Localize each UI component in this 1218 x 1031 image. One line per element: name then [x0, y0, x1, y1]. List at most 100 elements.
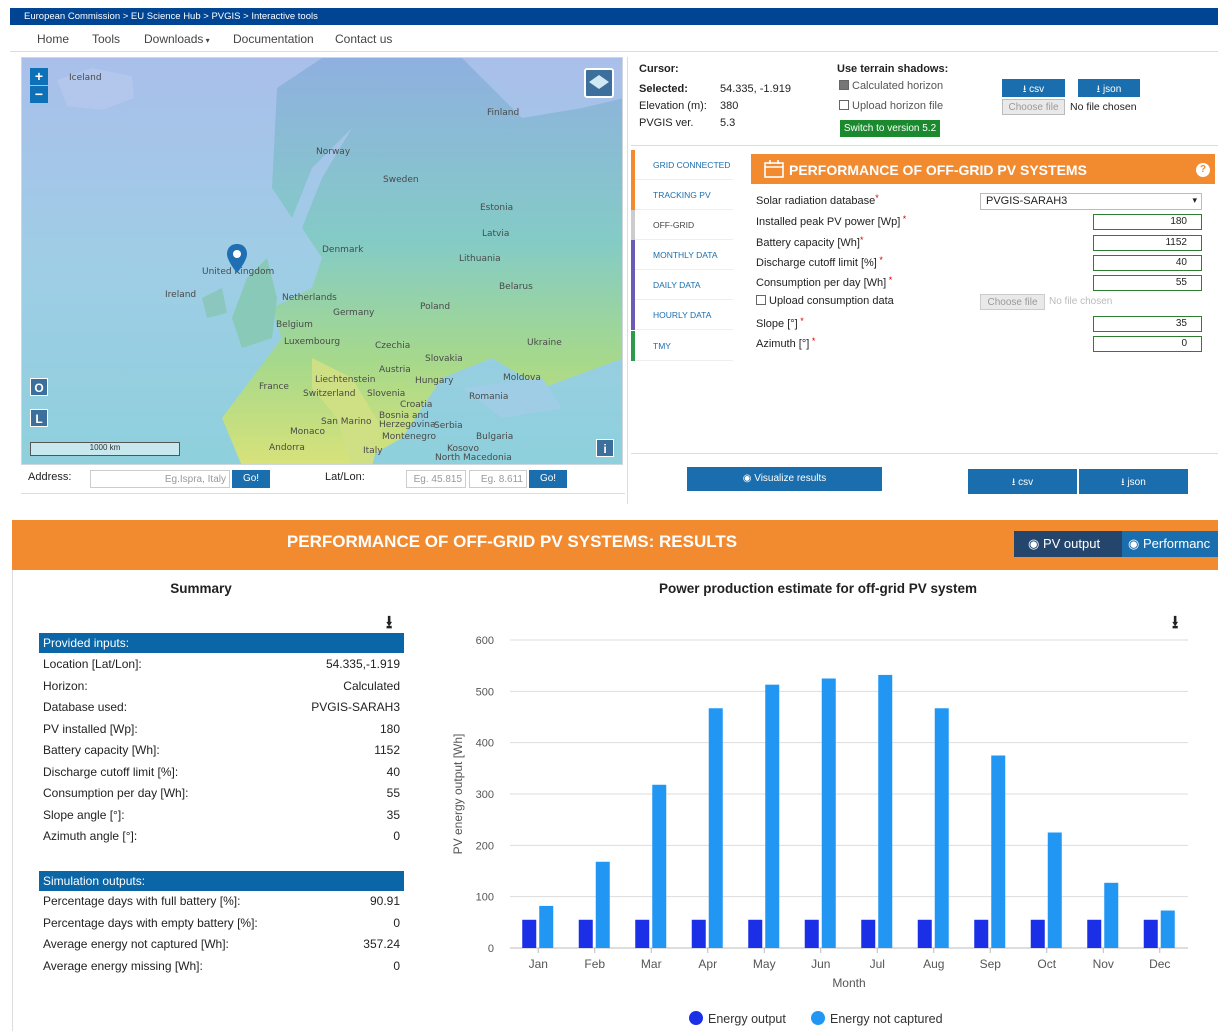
cutoff-field-label: Discharge cutoff limit [%] *	[756, 255, 883, 269]
tab-label: TRACKING PV	[653, 190, 711, 200]
upload-horizon-label: Upload horizon file	[852, 100, 944, 112]
map-label: Luxembourg	[284, 337, 341, 347]
slope-input[interactable]: 35	[1093, 316, 1202, 332]
address-go-button[interactable]: Go!	[232, 470, 270, 488]
visualize-results-button[interactable]: ◉ Visualize results	[687, 467, 882, 491]
checkbox-icon[interactable]	[756, 295, 766, 305]
bar-energy-output	[804, 919, 819, 948]
peak-power-input[interactable]: 180	[1093, 214, 1202, 230]
cursor-label: Cursor:	[639, 63, 679, 75]
divider	[631, 453, 1218, 454]
latlon-go-button[interactable]: Go!	[529, 470, 567, 488]
tab-tracking-pv[interactable]: TRACKING PV	[631, 180, 733, 210]
horizon-csv-button[interactable]: ⭳ csv	[1002, 79, 1065, 97]
map-label: Bulgaria	[476, 432, 514, 442]
battery-label: Battery capacity [Wh]	[756, 237, 860, 249]
summary-row-value: 180	[379, 721, 400, 736]
tab-tmy[interactable]: TMY	[631, 331, 733, 361]
map-label: Ireland	[165, 290, 197, 300]
horizon-json-button[interactable]: ⭳ json	[1078, 79, 1140, 97]
horizon-choose-file-button[interactable]: Choose file	[1002, 99, 1065, 115]
cutoff-limit-input[interactable]: 40	[1093, 255, 1202, 271]
form-header: PERFORMANCE OF OFF-GRID PV SYSTEMS	[751, 154, 1215, 184]
tab-daily-data[interactable]: DAILY DATA	[631, 270, 733, 300]
map-label: Norway	[316, 147, 351, 157]
db-label: Solar radiation database	[756, 195, 876, 207]
nav-documentation[interactable]: Documentation	[233, 32, 314, 46]
map-label: Ukraine	[527, 338, 562, 348]
map-view[interactable]: + − Iceland Finland Norway Sweden Estonia Lat…	[21, 57, 623, 465]
map-label: France	[259, 382, 289, 392]
legend-label: Energy output	[708, 1012, 786, 1026]
provided-inputs-header: Provided inputs:	[39, 633, 404, 653]
horizon-csv-label: csv	[1029, 84, 1045, 95]
checkbox-checked-icon[interactable]	[839, 80, 849, 90]
summary-row-label: Battery capacity [Wh]:	[43, 743, 160, 757]
y-tick-label: 500	[476, 686, 494, 698]
bar-energy-not-captured	[821, 678, 836, 948]
map-label: Monaco	[290, 427, 325, 437]
summary-row-label: Average energy missing [Wh]:	[43, 958, 203, 973]
pv-output-button[interactable]: ◉ PV output	[1014, 531, 1122, 557]
database-select-value: PVGIS-SARAH3	[986, 195, 1068, 207]
x-tick-label: Dec	[1149, 957, 1170, 971]
elevation-label: Elevation (m):	[639, 100, 707, 112]
nav-home[interactable]: Home	[37, 32, 69, 46]
results-json-button[interactable]: ⭳ json	[1079, 469, 1188, 494]
battery-capacity-input[interactable]: 1152	[1093, 235, 1202, 251]
horizon-json-label: json	[1102, 84, 1122, 95]
performance-button[interactable]: ◉ Performanc	[1122, 531, 1218, 557]
upload-horizon-option[interactable]: Upload horizon file	[839, 100, 943, 112]
address-input[interactable]: Eg.Ispra, Italy	[90, 470, 230, 488]
upload-consumption-label: Upload consumption data	[769, 295, 894, 307]
zoom-in-button[interactable]: +	[30, 68, 48, 85]
consumption-choose-file-button[interactable]: Choose file	[980, 294, 1045, 310]
map-label: Estonia	[480, 203, 514, 213]
eye-icon: ◉	[1028, 536, 1043, 551]
layers-button[interactable]	[584, 68, 614, 98]
nav-downloads[interactable]: Downloads ▾	[144, 32, 210, 46]
checkbox-icon[interactable]	[839, 100, 849, 110]
nav-contact[interactable]: Contact us	[335, 32, 392, 46]
chart-title: Power production estimate for off-grid P…	[658, 581, 978, 596]
x-axis-label: Month	[832, 976, 865, 990]
summary-row: Location [Lat/Lon]: 54.335,-1.919	[43, 657, 400, 671]
y-tick-label: 200	[476, 840, 494, 852]
peak-label: Installed peak PV power [Wp]	[756, 216, 901, 228]
summary-row-value: 0	[393, 829, 400, 843]
summary-row: Battery capacity [Wh]: 1152	[43, 743, 400, 757]
azimuth-input[interactable]: 0	[1093, 336, 1202, 352]
bar-energy-output	[917, 919, 932, 948]
tab-color-strip	[631, 150, 635, 180]
consumption-no-file: No file chosen	[1049, 296, 1113, 307]
map-label: Switzerland	[303, 389, 356, 399]
lon-input[interactable]: Eg. 8.611	[469, 470, 527, 488]
map-label: Slovakia	[425, 354, 463, 364]
switch-version-button[interactable]: Switch to version 5.2	[840, 120, 940, 137]
map-label: Serbia	[434, 421, 463, 431]
tab-hourly-data[interactable]: HOURLY DATA	[631, 300, 733, 330]
nav-tools[interactable]: Tools	[92, 32, 120, 46]
map-button-o[interactable]: O	[30, 378, 48, 396]
x-tick-label: Sep	[980, 957, 1002, 971]
zoom-out-button[interactable]: −	[30, 86, 48, 103]
tab-monthly-data[interactable]: MONTHLY DATA	[631, 240, 733, 270]
database-select[interactable]: PVGIS-SARAH3 ▾	[980, 193, 1202, 210]
consumption-input[interactable]: 55	[1093, 275, 1202, 291]
upload-consumption-option[interactable]: Upload consumption data	[756, 295, 894, 307]
tab-off-grid[interactable]: OFF-GRID	[631, 210, 733, 240]
tab-color-strip	[631, 270, 635, 300]
x-tick-label: Jul	[870, 957, 885, 971]
tab-grid-connected[interactable]: GRID CONNECTED	[631, 150, 733, 180]
bar-energy-output	[974, 919, 989, 948]
map-button-l[interactable]: L	[30, 409, 48, 427]
lat-input[interactable]: Eg. 45.815	[406, 470, 466, 488]
bar-energy-output	[522, 919, 537, 948]
help-icon[interactable]: ?	[1196, 163, 1210, 177]
results-csv-button[interactable]: ⭳ csv	[968, 469, 1077, 494]
calc-horizon-option[interactable]: Calculated horizon	[839, 80, 943, 92]
location-marker-icon[interactable]	[225, 243, 249, 275]
map-label: Sweden	[383, 175, 419, 185]
summary-row: Discharge cutoff limit [%]: 40	[43, 765, 400, 779]
info-button[interactable]: i	[596, 439, 614, 457]
